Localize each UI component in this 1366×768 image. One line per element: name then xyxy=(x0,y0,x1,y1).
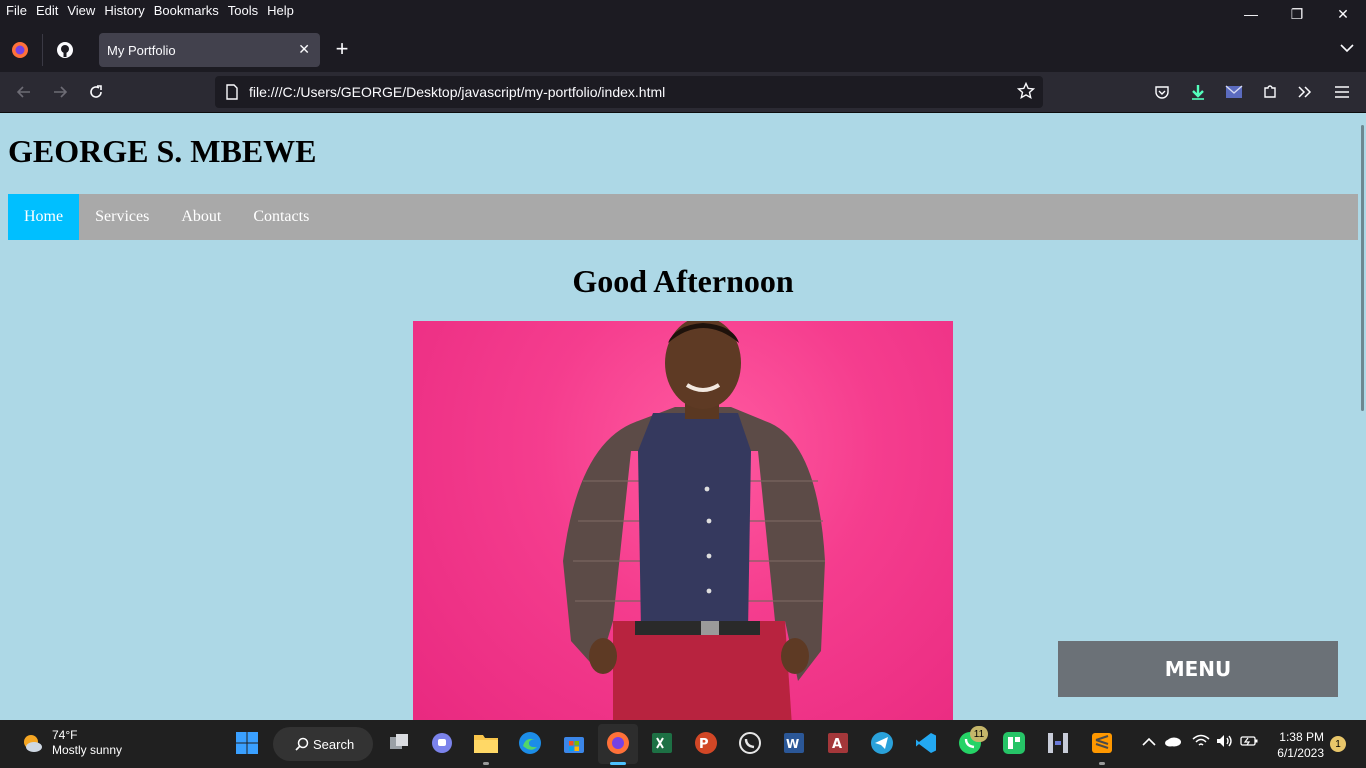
wifi-icon[interactable] xyxy=(1192,734,1210,751)
explorer-running-indicator xyxy=(483,762,489,765)
pocket-icon[interactable] xyxy=(1150,80,1174,104)
back-button[interactable] xyxy=(12,80,36,104)
forward-button[interactable] xyxy=(48,80,72,104)
menu-view[interactable]: View xyxy=(67,2,104,20)
search-icon xyxy=(295,737,309,751)
taskbar-search[interactable]: Search xyxy=(273,727,373,761)
svg-text:A: A xyxy=(832,737,842,752)
site-title: GEORGE S. MBEWE xyxy=(8,133,317,169)
microsoft-store-icon[interactable] xyxy=(561,730,587,756)
tab-title: My Portfolio xyxy=(107,43,176,58)
menu-history[interactable]: History xyxy=(104,2,153,20)
greeting-heading: Good Afternoon xyxy=(572,263,794,299)
nav-contacts[interactable]: Contacts xyxy=(237,194,325,240)
battery-icon[interactable] xyxy=(1240,734,1258,750)
navigation-toolbar: file:///C:/Users/GEORGE/Desktop/javascri… xyxy=(0,72,1366,113)
menu-bar: File Edit View History Bookmarks Tools H… xyxy=(0,0,1366,28)
tab-my-portfolio[interactable]: My Portfolio ✕ xyxy=(99,33,320,67)
page-viewport: GEORGE S. MBEWE Home Services About Cont… xyxy=(0,113,1366,720)
show-hidden-icons-chevron[interactable] xyxy=(1142,734,1156,750)
hamburger-menu-icon[interactable] xyxy=(1330,80,1354,104)
menu-button[interactable]: MENU xyxy=(1058,641,1338,697)
new-tab-button[interactable]: + xyxy=(331,38,353,60)
whatsapp-notification-badge: 11 xyxy=(970,726,988,742)
access-icon[interactable]: A xyxy=(825,730,851,756)
menu-tools[interactable]: Tools xyxy=(228,2,267,20)
reload-button[interactable] xyxy=(84,80,108,104)
address-bar[interactable]: file:///C:/Users/GEORGE/Desktop/javascri… xyxy=(215,76,1043,108)
weather-widget[interactable]: 74°F Mostly sunny xyxy=(20,728,122,758)
clock-time: 1:38 PM xyxy=(1279,730,1324,744)
excel-icon[interactable] xyxy=(649,730,675,756)
url-text[interactable]: file:///C:/Users/GEORGE/Desktop/javascri… xyxy=(249,84,665,100)
sublime-text-icon[interactable] xyxy=(1089,730,1115,756)
profile-photo xyxy=(413,321,953,720)
portrait-figure xyxy=(563,321,825,720)
page-icon xyxy=(225,84,239,103)
volume-icon[interactable] xyxy=(1216,734,1234,751)
task-view-icon[interactable] xyxy=(386,730,412,756)
menu-help[interactable]: Help xyxy=(267,2,303,20)
powerpoint-icon[interactable]: P xyxy=(693,730,719,756)
menu-file[interactable]: File xyxy=(6,2,36,20)
weather-desc: Mostly sunny xyxy=(52,743,123,757)
firefox-view-icon[interactable] xyxy=(8,38,32,62)
more-tools-chevron-icon[interactable] xyxy=(1293,80,1317,104)
sublime-running-indicator xyxy=(1099,762,1105,765)
search-label: Search xyxy=(313,736,355,752)
file-explorer-icon[interactable] xyxy=(473,730,499,756)
downloads-icon[interactable] xyxy=(1186,80,1210,104)
tab-separator xyxy=(42,34,43,66)
notification-badge[interactable]: 1 xyxy=(1330,736,1346,752)
extensions-puzzle-icon[interactable] xyxy=(1258,80,1282,104)
menu-edit[interactable]: Edit xyxy=(36,2,67,20)
teams-chat-icon[interactable] xyxy=(429,730,455,756)
minimize-button[interactable]: — xyxy=(1228,0,1274,28)
firefox-icon[interactable] xyxy=(605,730,631,756)
vscode-icon[interactable] xyxy=(913,730,939,756)
svg-text:W: W xyxy=(786,737,799,751)
onedrive-icon[interactable] xyxy=(1164,734,1182,750)
start-icon[interactable] xyxy=(234,730,260,756)
menu-bookmarks[interactable]: Bookmarks xyxy=(154,2,228,20)
clock[interactable]: 1:38 PM 6/1/2023 xyxy=(1268,729,1324,761)
svg-text:P: P xyxy=(699,737,709,752)
list-all-tabs-icon[interactable] xyxy=(1340,40,1354,58)
taskbar: 74°F Mostly sunny Search P W A 11 1:38 P… xyxy=(0,720,1366,768)
firefox-active-indicator xyxy=(610,762,626,765)
sun-cloud-icon xyxy=(24,735,42,752)
bookmark-star-icon[interactable] xyxy=(1016,81,1036,103)
close-window-button[interactable]: ✕ xyxy=(1320,0,1366,28)
nav-about[interactable]: About xyxy=(165,194,237,240)
github-pinned-tab-icon[interactable] xyxy=(53,38,77,62)
telegram-icon[interactable] xyxy=(869,730,895,756)
nav-services[interactable]: Services xyxy=(79,194,165,240)
tab-bar: My Portfolio ✕ + xyxy=(0,28,1366,72)
clock-date: 6/1/2023 xyxy=(1277,746,1324,760)
restore-button[interactable]: ❐ xyxy=(1274,0,1320,28)
app-launcher-icon[interactable] xyxy=(1001,730,1027,756)
site-nav: Home Services About Contacts xyxy=(8,194,1358,240)
nav-home[interactable]: Home xyxy=(8,194,80,240)
page-scrollbar[interactable] xyxy=(1361,125,1364,411)
edge-icon[interactable] xyxy=(517,730,543,756)
word-icon[interactable]: W xyxy=(781,730,807,756)
window-manager-icon[interactable] xyxy=(1045,730,1071,756)
whatsapp-icon[interactable] xyxy=(737,730,763,756)
weather-temp: 74°F xyxy=(52,728,78,742)
close-tab-icon[interactable]: ✕ xyxy=(298,41,310,58)
extension-icon[interactable] xyxy=(1222,80,1246,104)
